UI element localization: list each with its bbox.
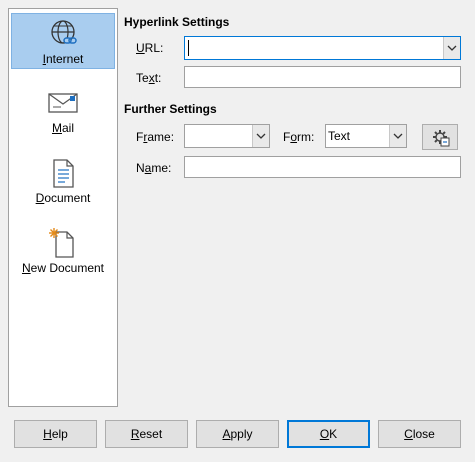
reset-button[interactable]: Reset xyxy=(105,420,188,448)
url-label: URL: xyxy=(136,41,164,55)
envelope-icon xyxy=(48,93,78,113)
frame-combobox[interactable] xyxy=(184,124,270,148)
chevron-down-icon xyxy=(447,45,457,51)
text-label: Text: xyxy=(136,71,162,85)
name-input[interactable] xyxy=(184,156,461,178)
gear-event-icon xyxy=(433,130,450,147)
new-document-icon xyxy=(49,228,74,258)
category-label: Internet xyxy=(42,52,84,66)
category-document[interactable]: Document xyxy=(11,153,115,209)
category-new-document[interactable]: New Document xyxy=(11,223,115,279)
form-dropdown-button[interactable] xyxy=(389,125,406,147)
category-mail[interactable]: Mail xyxy=(11,83,115,139)
url-combobox[interactable] xyxy=(184,36,461,60)
category-internet[interactable]: Internet xyxy=(11,13,115,69)
apply-button[interactable]: Apply xyxy=(196,420,279,448)
category-label: Mail xyxy=(51,121,74,135)
url-dropdown-button[interactable] xyxy=(443,37,460,59)
text-input[interactable] xyxy=(184,66,461,88)
hyperlink-settings-title: Hyperlink Settings xyxy=(124,15,230,29)
form-label: Form: xyxy=(283,130,315,144)
category-label: New Document xyxy=(21,261,105,275)
category-label: Document xyxy=(35,191,91,205)
ok-button[interactable]: OK xyxy=(287,420,370,448)
text-caret xyxy=(188,40,189,56)
globe-link-icon xyxy=(51,20,77,44)
close-button[interactable]: Close xyxy=(378,420,461,448)
further-settings-title: Further Settings xyxy=(124,102,217,116)
help-button[interactable]: Help xyxy=(14,420,97,448)
chevron-down-icon xyxy=(393,133,403,139)
form-select[interactable]: Text xyxy=(325,124,407,148)
category-panel: Internet Mail Document New Document xyxy=(8,8,118,407)
name-label: Name: xyxy=(136,161,172,175)
form-value: Text xyxy=(328,129,351,143)
frame-dropdown-button[interactable] xyxy=(252,125,269,147)
frame-label: Frame: xyxy=(136,130,175,144)
events-button[interactable] xyxy=(422,124,458,150)
chevron-down-icon xyxy=(256,133,266,139)
document-icon xyxy=(53,159,74,188)
